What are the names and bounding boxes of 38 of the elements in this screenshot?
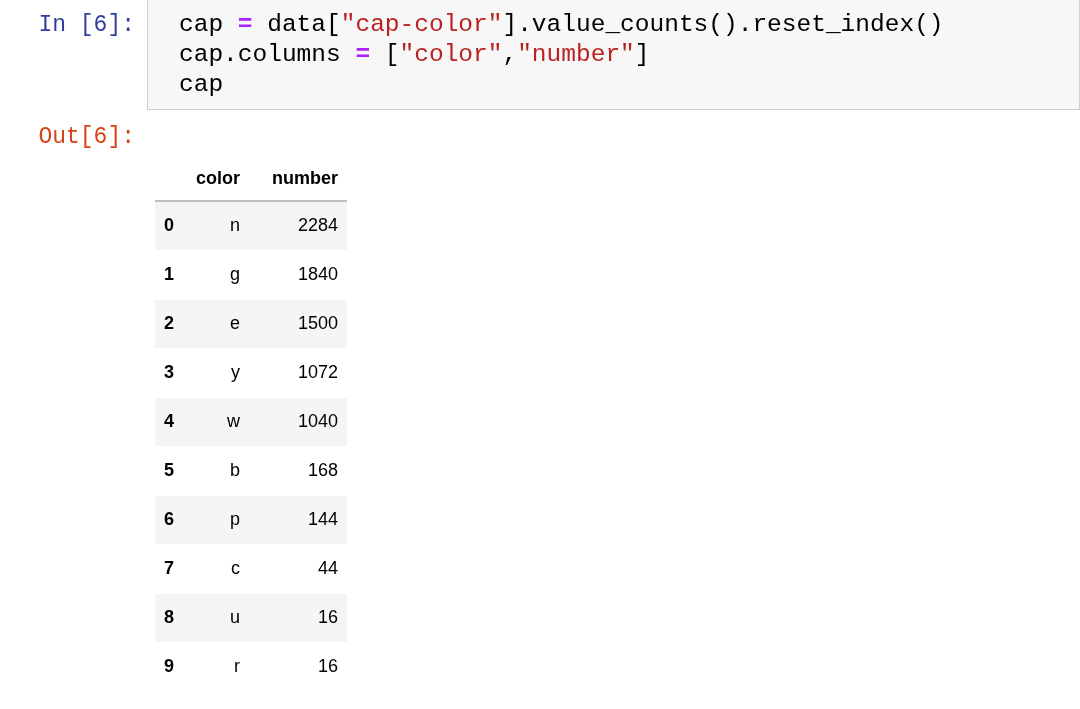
row-index: 9 [155,642,185,691]
table-cell: 1500 [249,299,347,348]
row-index: 0 [155,201,185,250]
column-header: number [249,157,347,201]
code-line: cap [179,70,225,100]
code-cell[interactable]: cap = data["cap-color"].value_counts().reset_index() cap.columns = ["color","number"] cap [147,0,1080,110]
input-prompt: In [6]: [38,12,135,38]
table-cell: p [185,495,249,544]
table-cell: 1040 [249,397,347,446]
table-cell: n [185,201,249,250]
row-index: 2 [155,299,185,348]
table-cell: e [185,299,249,348]
table-cell: y [185,348,249,397]
table-cell: 1840 [249,250,347,299]
row-index: 3 [155,348,185,397]
table-cell: 44 [249,544,347,593]
code-line: cap.columns = ["color","number"] [179,40,651,70]
row-index: 8 [155,593,185,642]
table-cell: 1072 [249,348,347,397]
table-cell: c [185,544,249,593]
output-prompt: Out[6]: [38,124,135,150]
table-cell: u [185,593,249,642]
table-cell: 2284 [249,201,347,250]
row-index: 4 [155,397,185,446]
table-cell: w [185,397,249,446]
table-cell: b [185,446,249,495]
row-index: 5 [155,446,185,495]
table-cell: 16 [249,642,347,691]
column-header: color [185,157,249,201]
table-cell: 144 [249,495,347,544]
row-index: 6 [155,495,185,544]
row-index: 7 [155,544,185,593]
table-cell: 168 [249,446,347,495]
table-cell: 16 [249,593,347,642]
code-line: cap = data["cap-color"].value_counts().reset_index() [179,10,945,40]
table-cell: r [185,642,249,691]
row-index: 1 [155,250,185,299]
table-cell: g [185,250,249,299]
